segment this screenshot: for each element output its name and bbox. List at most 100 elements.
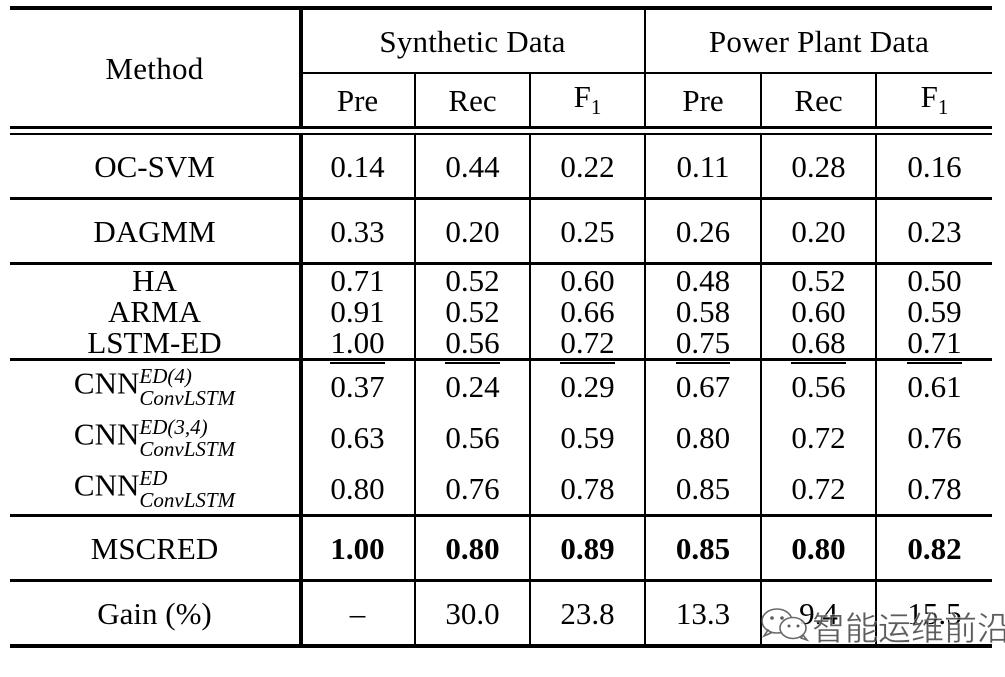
cell-value: 0.28 bbox=[760, 134, 876, 199]
row-method-label: LSTM-ED bbox=[10, 327, 300, 360]
f1-base: F bbox=[573, 79, 591, 115]
cell-value: 0.75 bbox=[644, 325, 761, 364]
cell-value-text: 0.71 bbox=[907, 325, 962, 364]
cell-value: 0.76 bbox=[414, 463, 530, 516]
cell-value: 0.67 bbox=[644, 361, 761, 412]
row-method-label: CNN ED(4) ConvLSTM bbox=[10, 361, 300, 412]
cell-value: 0.58 bbox=[644, 296, 761, 327]
cell-value: 0.52 bbox=[414, 265, 530, 296]
cell-value: 0.59 bbox=[875, 296, 992, 327]
cnn-subscript: ConvLSTM bbox=[139, 436, 236, 461]
cnn-base: CNN bbox=[73, 365, 140, 401]
cell-value: 0.85 bbox=[644, 517, 761, 581]
cnn-superscript: ED(4) bbox=[139, 364, 192, 389]
table-row: CNN ED ConvLSTM 0.80 0.76 0.78 0.85 0.72 0… bbox=[10, 463, 992, 516]
cell-value-text: 0.56 bbox=[445, 325, 500, 364]
table-row: LSTM-ED 1.00 0.56 0.72 0.75 0.68 0.71 bbox=[10, 325, 992, 364]
cnn-scripts: ED ConvLSTM bbox=[139, 467, 236, 512]
column-header-rec-powerplant: Rec bbox=[760, 73, 876, 128]
cnn-formula-label: CNN ED(4) ConvLSTM bbox=[74, 365, 235, 408]
cnn-base: CNN bbox=[73, 416, 140, 452]
table-row: DAGMM 0.33 0.20 0.25 0.26 0.20 0.23 bbox=[10, 200, 992, 264]
f1-subscript: 1 bbox=[590, 95, 602, 120]
f1-subscript: 1 bbox=[937, 95, 949, 120]
row-method-label: MSCRED bbox=[10, 517, 300, 581]
cell-value: 0.44 bbox=[414, 134, 530, 199]
row-method-label: Gain (%) bbox=[10, 582, 300, 646]
cell-value: 0.26 bbox=[644, 200, 761, 264]
column-header-method: Method bbox=[10, 10, 300, 128]
cell-value: 9.4 bbox=[760, 582, 876, 646]
column-header-rec-synthetic: Rec bbox=[414, 73, 530, 128]
cell-value: 30.0 bbox=[414, 582, 530, 646]
cell-value: 0.66 bbox=[529, 296, 645, 327]
cell-value: 0.72 bbox=[760, 412, 876, 463]
cell-value: 0.72 bbox=[529, 325, 645, 364]
cell-value: 0.16 bbox=[875, 134, 992, 199]
cell-value: – bbox=[299, 582, 415, 646]
row-method-label: CNN ED(3,4) ConvLSTM bbox=[10, 412, 300, 463]
f1-base: F bbox=[920, 79, 938, 115]
cnn-formula-label: CNN ED ConvLSTM bbox=[74, 467, 235, 510]
table-row: MSCRED 1.00 0.80 0.89 0.85 0.80 0.82 bbox=[10, 517, 992, 581]
cell-value: 15.5 bbox=[875, 582, 992, 646]
column-header-f1-powerplant: F1 bbox=[875, 73, 992, 128]
cell-value-text: 1.00 bbox=[330, 325, 385, 364]
cell-value: 0.78 bbox=[529, 463, 645, 516]
cnn-formula-label: CNN ED(3,4) ConvLSTM bbox=[74, 416, 235, 459]
cell-value: 0.37 bbox=[299, 361, 415, 412]
cell-value: 0.20 bbox=[414, 200, 530, 264]
column-header-pre-synthetic: Pre bbox=[299, 73, 415, 128]
cell-value: 0.22 bbox=[529, 134, 645, 199]
cell-value-text: 0.68 bbox=[791, 325, 846, 364]
cnn-scripts: ED(3,4) ConvLSTM bbox=[139, 416, 236, 461]
cell-value: 0.89 bbox=[529, 517, 645, 581]
column-header-f1-synthetic: F1 bbox=[529, 73, 645, 128]
cell-value: 0.91 bbox=[299, 296, 415, 327]
table-row: OC-SVM 0.14 0.44 0.22 0.11 0.28 0.16 bbox=[10, 134, 992, 199]
cell-value: 23.8 bbox=[529, 582, 645, 646]
cell-value: 0.80 bbox=[414, 517, 530, 581]
cell-value: 0.56 bbox=[760, 361, 876, 412]
cell-value: 0.60 bbox=[529, 265, 645, 296]
cell-value: 0.20 bbox=[760, 200, 876, 264]
cnn-subscript: ConvLSTM bbox=[139, 487, 236, 512]
row-method-label: OC-SVM bbox=[10, 134, 300, 199]
cell-value: 0.68 bbox=[760, 325, 876, 364]
cell-value: 0.80 bbox=[760, 517, 876, 581]
cell-value: 0.29 bbox=[529, 361, 645, 412]
results-table: Method Synthetic Data Power Plant Data P… bbox=[10, 6, 992, 650]
cell-value: 0.80 bbox=[644, 412, 761, 463]
cell-value: 0.85 bbox=[644, 463, 761, 516]
cell-value: 0.52 bbox=[414, 296, 530, 327]
cell-value-text: 0.72 bbox=[560, 325, 615, 364]
table-row: ARMA 0.91 0.52 0.66 0.58 0.60 0.59 bbox=[10, 296, 992, 327]
cell-value: 0.14 bbox=[299, 134, 415, 199]
cell-value: 0.52 bbox=[760, 265, 876, 296]
column-group-header-powerplant: Power Plant Data bbox=[644, 10, 992, 72]
cnn-subscript: ConvLSTM bbox=[139, 385, 236, 410]
table-row: HA 0.71 0.52 0.60 0.48 0.52 0.50 bbox=[10, 265, 992, 296]
cell-value-text: 0.75 bbox=[675, 325, 731, 364]
cell-value: 0.71 bbox=[299, 265, 415, 296]
cell-value: 0.78 bbox=[875, 463, 992, 516]
cell-value: 13.3 bbox=[644, 582, 761, 646]
cell-value: 0.82 bbox=[875, 517, 992, 581]
table-row: CNN ED(4) ConvLSTM 0.37 0.24 0.29 0.67 0.5… bbox=[10, 361, 992, 412]
cell-value: 0.11 bbox=[644, 134, 761, 199]
cell-value: 0.80 bbox=[299, 463, 415, 516]
cell-value: 0.56 bbox=[414, 412, 530, 463]
cell-value: 0.76 bbox=[875, 412, 992, 463]
cell-value: 0.61 bbox=[875, 361, 992, 412]
cell-value: 0.72 bbox=[760, 463, 876, 516]
row-method-label: CNN ED ConvLSTM bbox=[10, 463, 300, 516]
cell-value: 0.63 bbox=[299, 412, 415, 463]
cell-value: 1.00 bbox=[299, 517, 415, 581]
cell-value: 0.50 bbox=[875, 265, 992, 296]
cell-value: 0.56 bbox=[414, 325, 530, 364]
cell-value: 0.71 bbox=[875, 325, 992, 364]
cell-value: 0.33 bbox=[299, 200, 415, 264]
table-bottom-rule bbox=[10, 644, 992, 650]
cell-value: 0.24 bbox=[414, 361, 530, 412]
table-row: Gain (%) – 30.0 23.8 13.3 9.4 15.5 bbox=[10, 582, 992, 646]
